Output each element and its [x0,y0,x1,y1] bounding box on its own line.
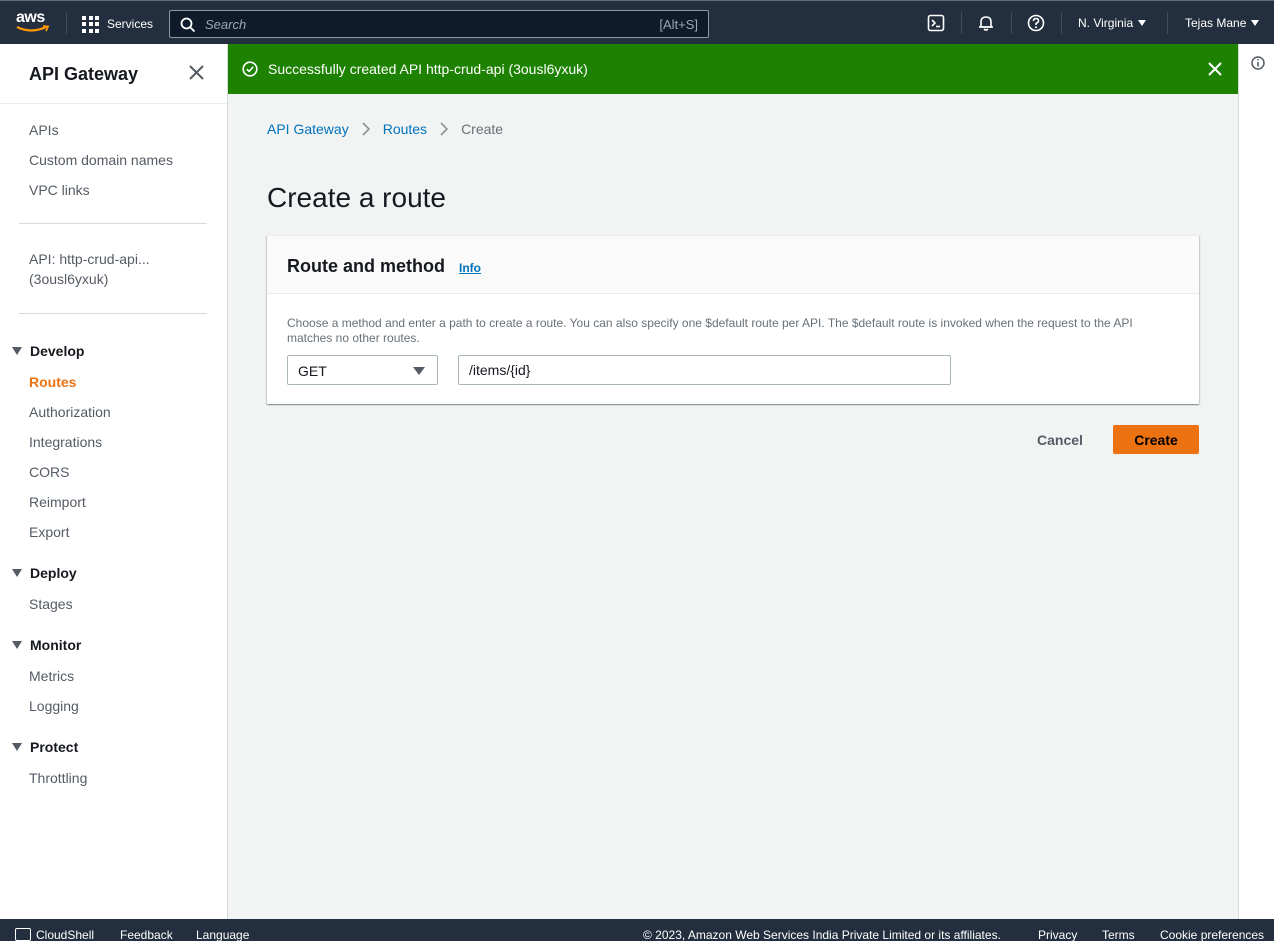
sidebar-divider [19,223,207,224]
sidebar-item-custom-domain-names[interactable]: Custom domain names [29,152,173,168]
footer-cloudshell-link[interactable]: CloudShell [36,928,94,941]
cloudshell-icon[interactable] [927,14,945,32]
footer-terms-link[interactable]: Terms [1102,928,1135,941]
close-icon[interactable] [1208,62,1222,76]
region-selector[interactable]: N. Virginia [1078,16,1147,30]
page-title: Create a route [267,182,446,213]
footer-feedback-link[interactable]: Feedback [120,928,173,941]
triangle-down-icon [12,347,22,355]
services-grid-icon [82,15,99,33]
aws-smile-icon [16,25,50,32]
triangle-down-icon [12,569,22,577]
search-icon [180,17,196,33]
tools-panel-rail [1238,44,1274,919]
container-title: Route and method [287,256,445,276]
section-title: Protect [30,739,79,755]
nav-divider [1167,12,1168,34]
sidebar-section-deploy[interactable]: Deploy [12,565,77,581]
sidebar-item-export[interactable]: Export [29,524,69,540]
caret-down-icon [413,367,425,375]
search-shortcut: [Alt+S] [659,17,698,32]
footer: CloudShell Feedback Language © 2023, Ama… [0,919,1274,941]
sidebar-item-integrations[interactable]: Integrations [29,434,102,450]
method-select[interactable]: GET [287,355,438,385]
sidebar-item-apis[interactable]: APIs [29,122,59,138]
breadcrumb-api-gateway[interactable]: API Gateway [267,121,349,137]
create-button[interactable]: Create [1113,425,1199,454]
nav-divider [1061,12,1062,34]
sidebar-item-throttling[interactable]: Throttling [29,770,87,786]
api-name: API: http-crud-api... [29,251,150,267]
services-label: Services [107,17,154,31]
section-title: Deploy [30,565,77,581]
region-label: N. Virginia [1078,16,1134,30]
nav-divider [1011,12,1012,34]
sidebar-section-protect[interactable]: Protect [12,739,78,755]
flash-message: Successfully created API http-crud-api (… [268,61,588,77]
sidebar-item-authorization[interactable]: Authorization [29,404,111,420]
caret-down-icon [1251,20,1260,26]
user-menu[interactable]: Tejas Mane [1185,16,1260,30]
search-placeholder: Search [205,17,247,32]
sidebar-item-logging[interactable]: Logging [29,698,79,714]
sidebar-item-cors[interactable]: CORS [29,464,69,480]
cancel-button[interactable]: Cancel [1022,425,1098,454]
nav-divider [66,12,67,34]
container-header: Route and method Info [267,236,1199,294]
sidebar-divider [19,313,207,314]
sidebar: API Gateway APIs Custom domain names VPC… [0,44,228,919]
user-name: Tejas Mane [1185,16,1247,30]
bell-icon[interactable] [977,14,995,32]
sidebar-api-selector[interactable]: API: http-crud-api... (3ousl6yxuk) [29,249,150,289]
info-link[interactable]: Info [459,261,481,275]
triangle-down-icon [12,641,22,649]
close-icon[interactable] [188,64,205,81]
triangle-down-icon [12,743,22,751]
footer-privacy-link[interactable]: Privacy [1038,928,1077,941]
footer-language-link[interactable]: Language [196,928,249,941]
sidebar-title[interactable]: API Gateway [29,64,138,85]
section-title: Develop [30,343,85,359]
sidebar-item-stages[interactable]: Stages [29,596,73,612]
method-selected-value: GET [298,363,327,379]
sidebar-item-routes[interactable]: Routes [29,374,76,390]
nav-divider [961,12,962,34]
route-path-input[interactable] [458,355,951,385]
success-flashbar: Successfully created API http-crud-api (… [228,44,1238,94]
api-id: (3ousl6yxuk) [29,271,109,287]
check-circle-icon [242,61,258,77]
chevron-right-icon [362,122,370,136]
aws-logo[interactable]: aws [14,7,52,37]
cloudshell-icon [15,928,31,941]
sidebar-item-reimport[interactable]: Reimport [29,494,86,510]
route-description: Choose a method and enter a path to crea… [287,316,1133,345]
footer-cookie-preferences-link[interactable]: Cookie preferences [1160,928,1264,941]
caret-down-icon [1138,20,1147,26]
search-input[interactable]: Search [Alt+S] [169,10,709,38]
sidebar-divider [0,103,227,104]
top-navigation: aws Services Search [Alt+S] N. Virginia … [0,0,1274,44]
sidebar-item-vpc-links[interactable]: VPC links [29,182,90,198]
section-title: Monitor [30,637,82,653]
breadcrumb-routes[interactable]: Routes [383,121,427,137]
chevron-right-icon [440,122,449,136]
help-icon[interactable] [1027,14,1045,32]
breadcrumb: API Gateway Routes Create [267,121,503,137]
footer-copyright: © 2023, Amazon Web Services India Privat… [643,928,1001,941]
sidebar-section-monitor[interactable]: Monitor [12,637,81,653]
route-and-method-container: Route and method Info Choose a method an… [267,235,1199,404]
sidebar-section-develop[interactable]: Develop [12,343,84,359]
breadcrumb-current: Create [461,121,504,137]
services-menu-button[interactable]: Services [82,14,153,34]
info-icon[interactable] [1251,56,1265,70]
sidebar-item-metrics[interactable]: Metrics [29,668,74,684]
